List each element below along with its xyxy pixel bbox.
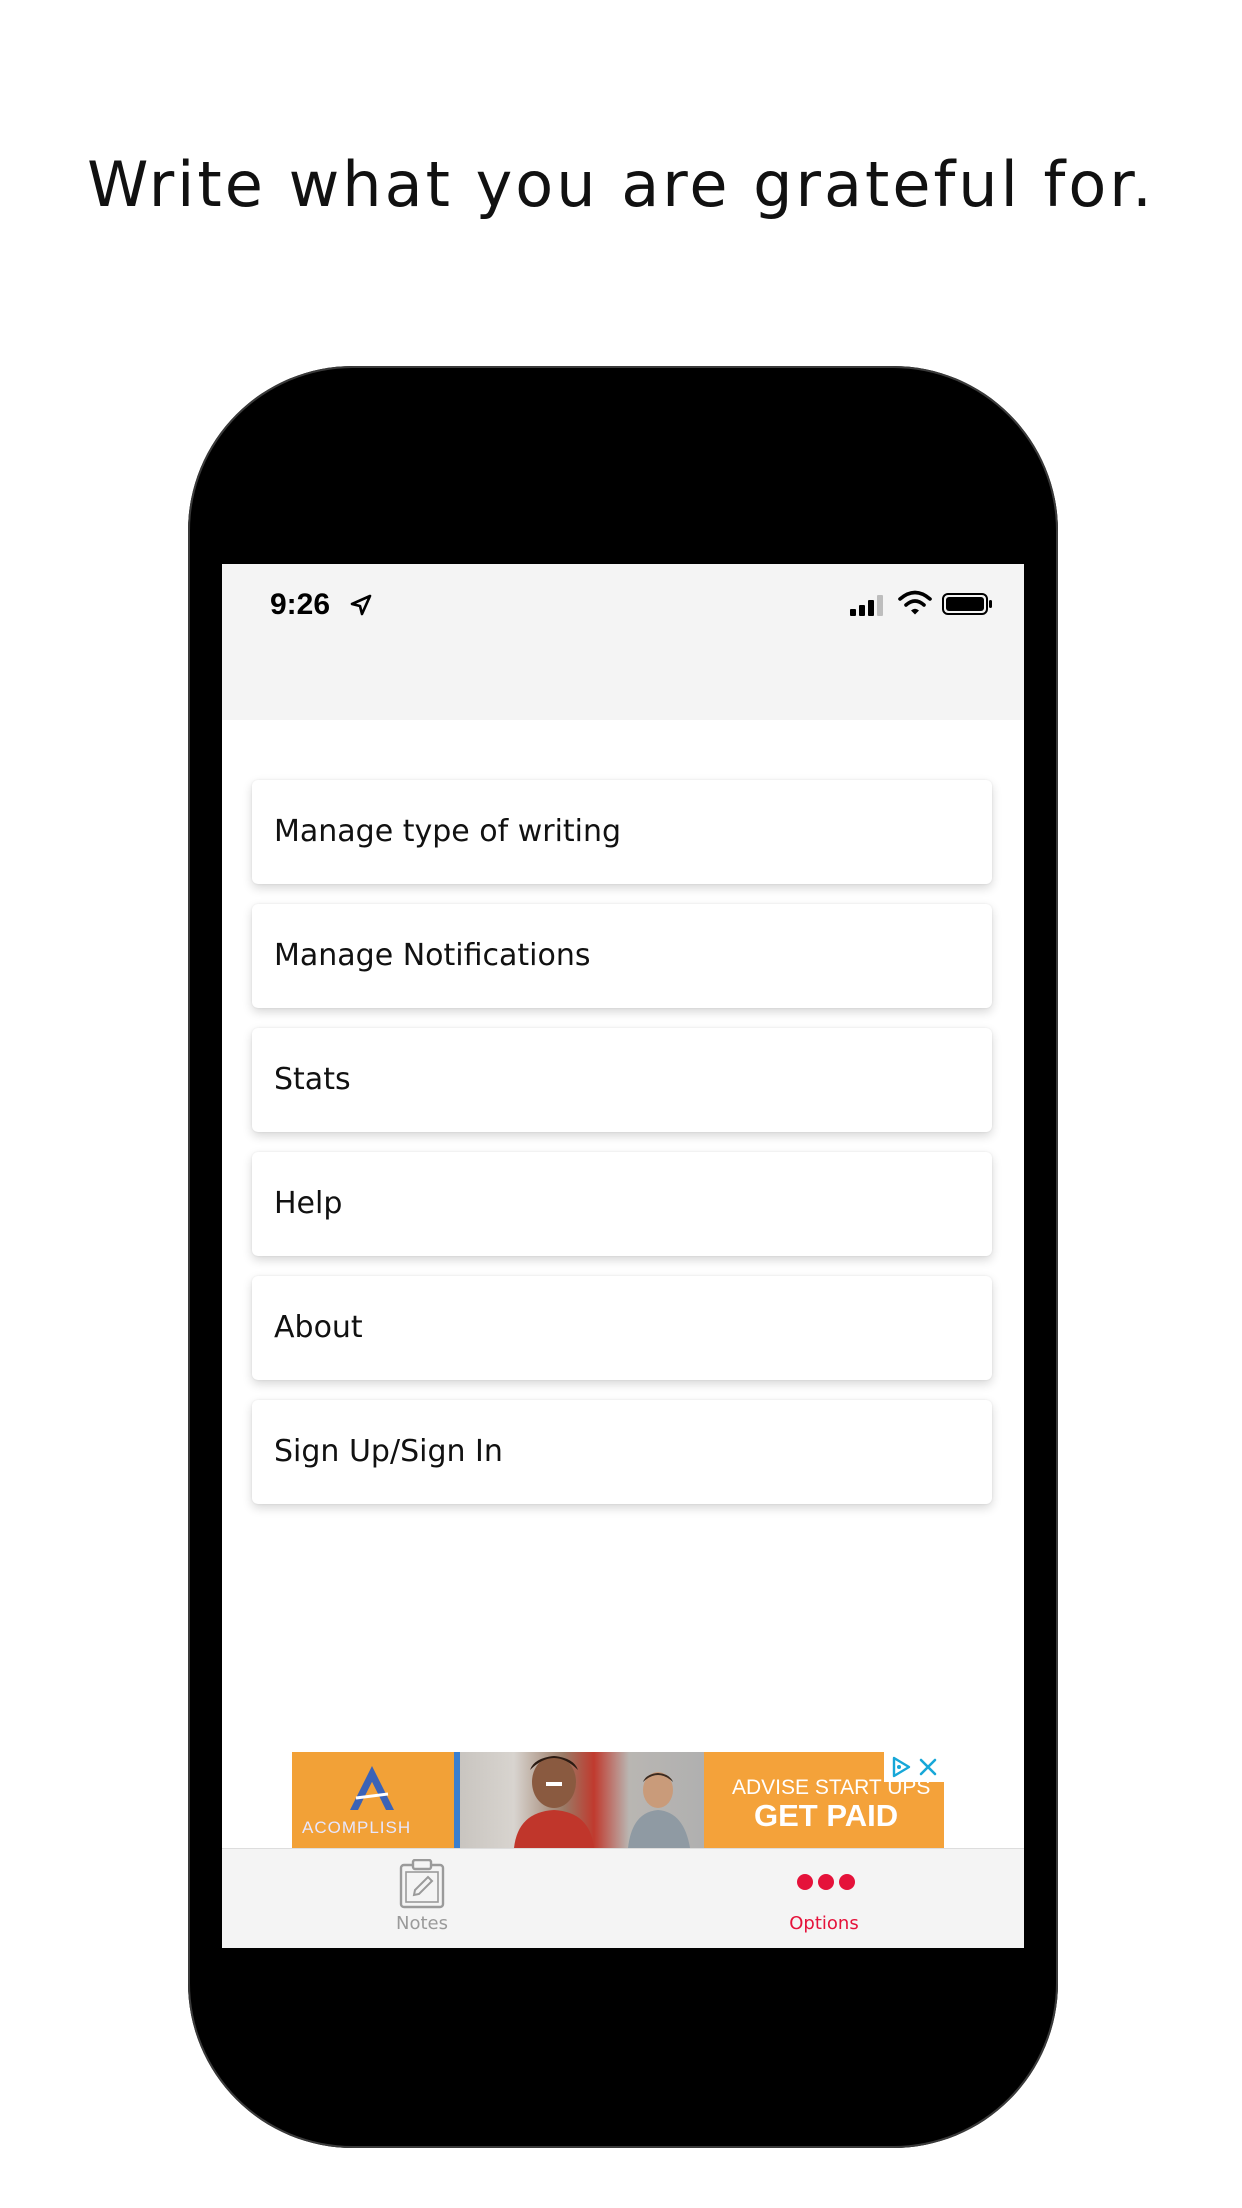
close-icon[interactable] xyxy=(918,1757,938,1777)
tab-notes-label: Notes xyxy=(396,1913,448,1934)
menu-item-manage-notifications[interactable]: Manage Notifications xyxy=(252,904,992,1008)
ad-brand-name: ACOMPLISH xyxy=(302,1818,412,1837)
location-arrow-icon xyxy=(350,594,372,616)
dots-icon xyxy=(797,1874,855,1890)
ad-cta: GET PAID xyxy=(754,1798,899,1833)
options-menu: Manage type of writing Manage Notificati… xyxy=(252,780,992,1524)
ad-photo xyxy=(454,1752,704,1848)
brand-logo-icon xyxy=(350,1766,394,1810)
ad-banner[interactable]: ACOMPLISH ADVISE START UPS GET PAID xyxy=(292,1752,944,1848)
menu-item-label: Manage type of writing xyxy=(274,814,622,849)
wifi-icon xyxy=(898,590,932,615)
ad-person-image xyxy=(514,1756,594,1848)
ad-brand-logo: ACOMPLISH xyxy=(292,1752,454,1848)
tab-bar: Notes Options xyxy=(222,1848,1024,1948)
battery-icon xyxy=(942,593,992,615)
cellular-signal-icon xyxy=(850,595,883,616)
menu-item-label: Help xyxy=(274,1186,343,1221)
page-headline: Write what you are grateful for. xyxy=(87,148,1155,221)
menu-item-stats[interactable]: Stats xyxy=(252,1028,992,1132)
clipboard-edit-icon xyxy=(399,1859,445,1909)
phone-screen: 9:26 Manage type of writing Manage Notif… xyxy=(222,564,1024,1948)
menu-item-sign-up-sign-in[interactable]: Sign Up/Sign In xyxy=(252,1400,992,1504)
menu-item-label: Stats xyxy=(274,1062,351,1097)
menu-item-label: Manage Notifications xyxy=(274,938,591,973)
ad-choices xyxy=(884,1752,944,1782)
status-bar: 9:26 xyxy=(222,564,1024,644)
menu-item-about[interactable]: About xyxy=(252,1276,992,1380)
menu-item-manage-type-of-writing[interactable]: Manage type of writing xyxy=(252,780,992,884)
menu-item-label: About xyxy=(274,1310,363,1345)
tab-options-label: Options xyxy=(789,1913,859,1934)
tab-notes[interactable]: Notes xyxy=(322,1849,522,1948)
ad-person-image xyxy=(628,1772,690,1848)
navigation-header: 9:26 xyxy=(222,564,1024,720)
menu-item-help[interactable]: Help xyxy=(252,1152,992,1256)
ad-choices-icon[interactable] xyxy=(890,1755,912,1779)
status-time: 9:26 xyxy=(270,588,331,621)
tab-options[interactable]: Options xyxy=(724,1849,924,1948)
menu-item-label: Sign Up/Sign In xyxy=(274,1434,503,1469)
